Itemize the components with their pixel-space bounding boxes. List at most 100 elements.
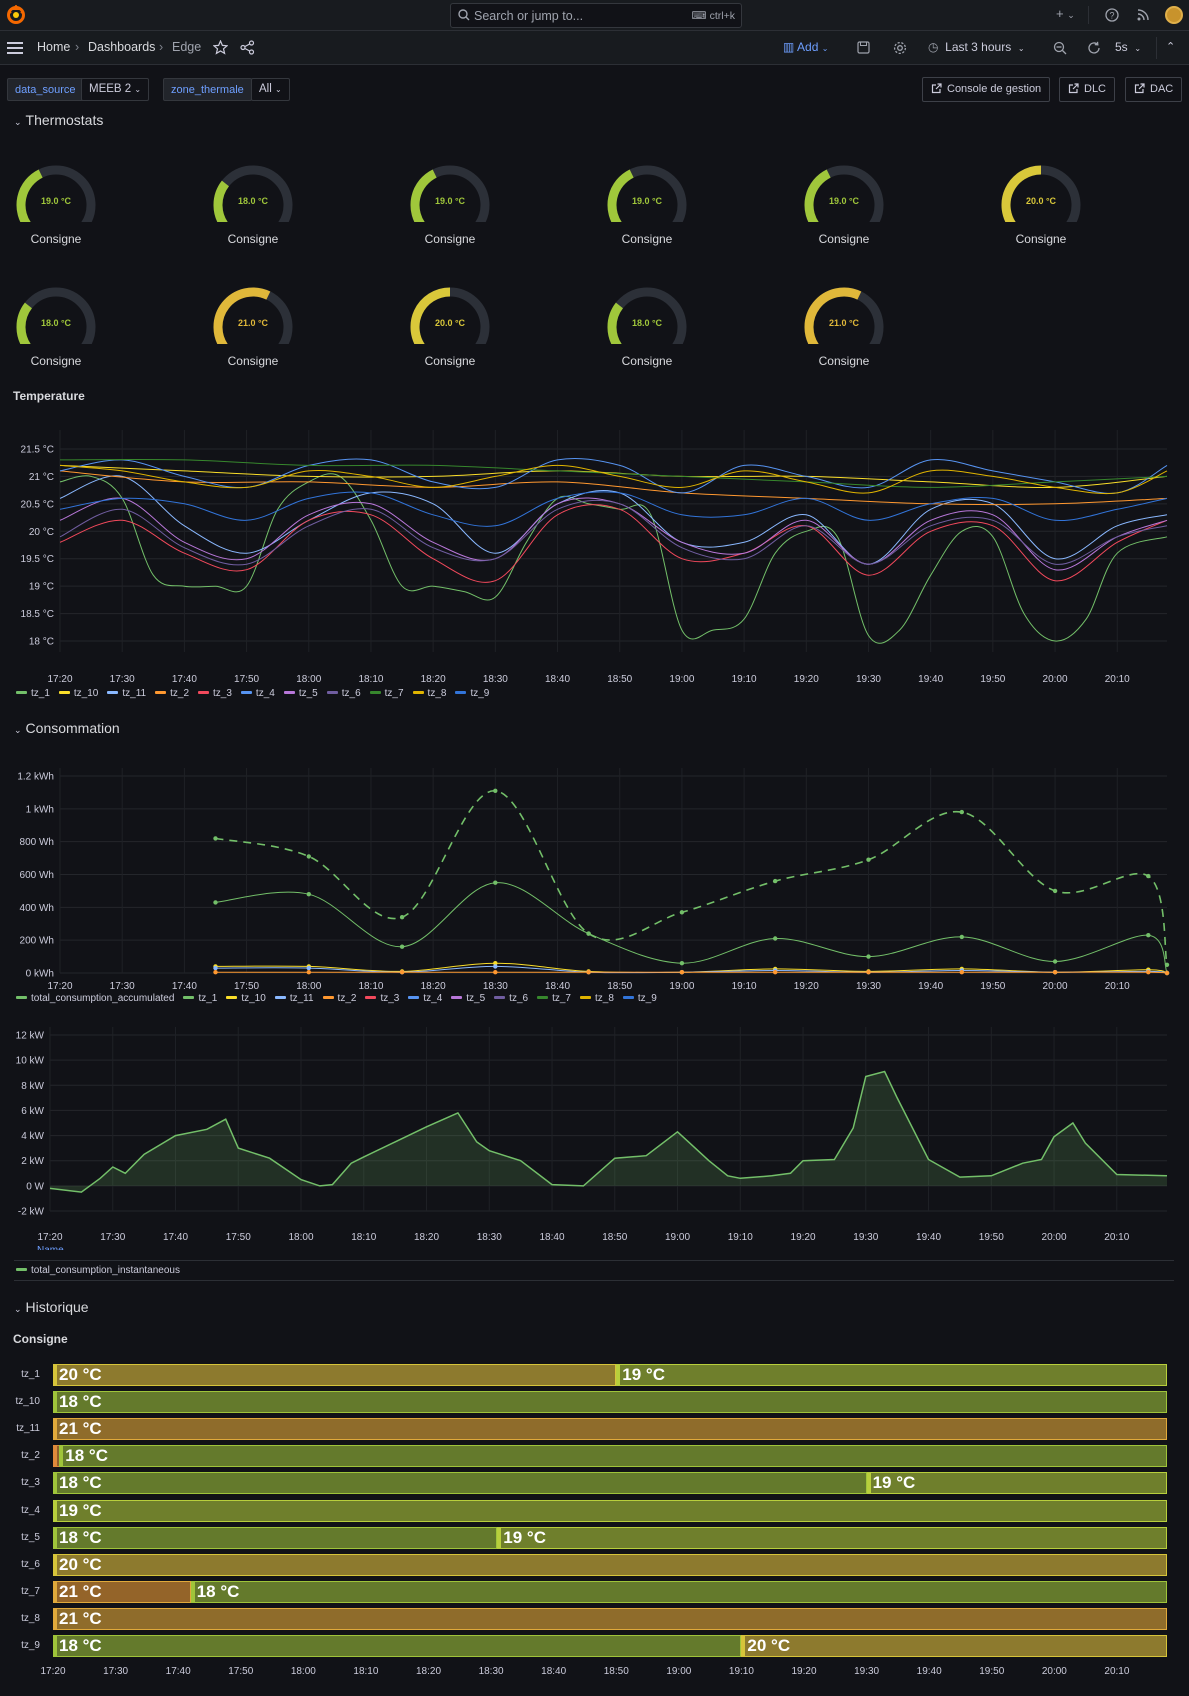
legend-item[interactable]: tz_4 — [408, 993, 442, 1004]
legend-label: tz_1 — [198, 993, 218, 1004]
external-link-icon — [1134, 83, 1145, 94]
legend-swatch — [58, 691, 70, 694]
legend-label: tz_1 — [31, 688, 50, 699]
new-menu-button[interactable]: + ⌄ — [1056, 6, 1075, 21]
data-point-tz_2 — [586, 970, 591, 975]
temperature-chart[interactable]: 21.5 °C 21 °C 20.5 °C 20 °C 19.5 °C 19 °C 18.5… — [0, 420, 1189, 690]
legend-item[interactable]: total_consumption_instantaneous — [16, 1265, 180, 1276]
refresh-interval-picker[interactable]: 5s ⌄ — [1115, 40, 1141, 54]
legend-item[interactable]: tz_3 — [198, 688, 232, 699]
x-tick-label: 18:00 — [296, 981, 321, 990]
y-tick-label: 12 kW — [16, 1031, 45, 1042]
timeline-segment[interactable]: 20 °C — [741, 1635, 1167, 1657]
timeline-segment[interactable]: 18 °C — [53, 1526, 498, 1549]
zoom-out-icon[interactable] — [1053, 41, 1067, 55]
series-line-total_consumption_accumulated — [215, 789, 1168, 965]
timeline-segment[interactable]: 21 °C — [53, 1580, 191, 1603]
save-icon[interactable] — [857, 41, 870, 54]
variable-select-data-source[interactable]: MEEB 2 ⌄ — [81, 78, 150, 101]
variable-select-zone-thermale[interactable]: All ⌄ — [251, 78, 290, 101]
legend-item[interactable]: tz_6 — [326, 688, 361, 699]
legend-item[interactable]: tz_7 — [537, 993, 571, 1004]
settings-gear-icon[interactable] — [893, 41, 907, 55]
link-dlc[interactable]: DLC — [1059, 77, 1116, 102]
timeline-row-label: tz_1 — [21, 1369, 40, 1380]
refresh-icon[interactable] — [1087, 41, 1101, 55]
legend-item[interactable]: tz_9 — [622, 993, 657, 1004]
gauge-arc — [804, 165, 884, 222]
gauge-label: Consigne — [1015, 232, 1067, 246]
timeline-segment[interactable]: 19 °C — [866, 1472, 1167, 1495]
star-icon[interactable] — [213, 40, 228, 55]
row-header-thermostats[interactable]: ⌄ Thermostats — [14, 112, 103, 128]
timeline-segment[interactable]: 21 °C — [53, 1607, 1167, 1630]
consumption-instantaneous-chart[interactable]: 12 kW 10 kW 8 kW 6 kW 4 kW 2 kW 0 W -2 kW 17:20 1… — [0, 1025, 1189, 1250]
gauge-label: Consigne — [818, 232, 870, 246]
legend-item[interactable]: total_consumption_accumulated — [16, 993, 174, 1004]
timeline-segment[interactable]: 20 °C — [53, 1553, 1167, 1576]
menu-icon[interactable] — [7, 42, 23, 54]
legend-item[interactable]: tz_11 — [274, 993, 314, 1004]
time-range-picker[interactable]: ◷ Last 3 hours ⌄ — [928, 40, 1025, 54]
x-tick-label: 19:40 — [916, 1232, 941, 1243]
legend-item[interactable]: tz_5 — [451, 993, 485, 1004]
legend-item[interactable]: tz_1 — [183, 993, 217, 1004]
timeline-segment[interactable]: 18 °C — [53, 1391, 1167, 1414]
link-dac[interactable]: DAC — [1125, 77, 1183, 102]
help-icon[interactable]: ? — [1105, 8, 1119, 22]
timeline-segment[interactable]: 18 °C — [190, 1580, 1167, 1603]
legend-item[interactable]: tz_7 — [369, 688, 404, 699]
timeline-segment[interactable]: 21 °C — [53, 1418, 1167, 1441]
consumption-accumulated-chart[interactable]: 1.2 kWh 1 kWh 800 Wh 600 Wh 400 Wh 200 Wh 0 kW… — [0, 760, 1189, 990]
timeline-segment[interactable]: 19 °C — [497, 1526, 1167, 1549]
timeline-segment[interactable]: 20 °C — [53, 1364, 617, 1386]
legend-swatch — [369, 691, 381, 694]
divider — [1156, 37, 1157, 59]
x-tick-label: 17:40 — [172, 674, 197, 685]
user-avatar[interactable] — [1165, 6, 1183, 24]
add-button[interactable]: ▥ Add ⌄ — [783, 40, 828, 54]
x-tick-label: 18:30 — [479, 1666, 504, 1677]
gauge-value: 19.0 °C — [631, 196, 663, 206]
legend-item[interactable]: tz_1 — [16, 688, 50, 699]
legend-item[interactable]: tz_10 — [226, 993, 266, 1004]
chevron-down-icon: ⌄ — [14, 725, 22, 735]
timeline-segment[interactable]: 19 °C — [53, 1499, 1167, 1522]
x-tick-label: 19:20 — [791, 1666, 816, 1677]
link-console-de-gestion[interactable]: Console de gestion — [922, 77, 1051, 102]
legend-item[interactable]: tz_3 — [365, 993, 399, 1004]
timeline-segment[interactable]: 18 °C — [53, 1635, 742, 1657]
legend-item[interactable]: tz_9 — [455, 688, 489, 699]
row-header-historique[interactable]: ⌄ Historique — [14, 1299, 89, 1315]
search-input[interactable]: Search or jump to... ⌨ ctrl+k — [450, 3, 742, 28]
legend-item[interactable]: tz_8 — [579, 993, 614, 1004]
legend-item[interactable]: tz_8 — [412, 688, 446, 699]
timeline-segment[interactable]: 18 °C — [59, 1445, 1167, 1468]
legend-item[interactable]: tz_4 — [240, 688, 275, 699]
legend-item[interactable]: tz_10 — [58, 688, 98, 699]
rss-news-icon[interactable] — [1136, 8, 1150, 22]
data-point-total_consumption_accumulated — [213, 836, 218, 841]
breadcrumb-dashboards[interactable]: Dashboards — [88, 40, 155, 54]
timeline-segment[interactable]: 19 °C — [616, 1364, 1167, 1386]
gauge-value: 19.0 °C — [828, 196, 860, 206]
x-tick-label: 18:00 — [296, 674, 321, 685]
x-tick-label: 19:10 — [728, 1232, 753, 1243]
legend-item[interactable]: tz_2 — [155, 688, 189, 699]
grafana-logo-icon[interactable] — [6, 5, 26, 25]
legend-item[interactable]: tz_5 — [283, 688, 318, 699]
y-tick-label: 400 Wh — [20, 903, 54, 914]
gauge-consigne: 19.0 °C Consigne — [592, 162, 702, 262]
legend-swatch — [107, 691, 119, 694]
row-header-consommation[interactable]: ⌄ Consommation — [14, 720, 120, 736]
series-line-tz_1 — [215, 882, 1168, 974]
timeline-segment[interactable]: 18 °C — [53, 1472, 867, 1495]
series-line-tz_6 — [59, 499, 1168, 566]
legend-item[interactable]: tz_2 — [322, 993, 356, 1004]
legend-item[interactable]: tz_11 — [107, 688, 146, 699]
breadcrumb-home[interactable]: Home — [37, 40, 70, 54]
gauge-label: Consigne — [30, 232, 82, 246]
collapse-chevron-up-icon[interactable]: ⌃ — [1166, 40, 1175, 53]
share-icon[interactable] — [240, 40, 255, 55]
legend-item[interactable]: tz_6 — [494, 993, 528, 1004]
